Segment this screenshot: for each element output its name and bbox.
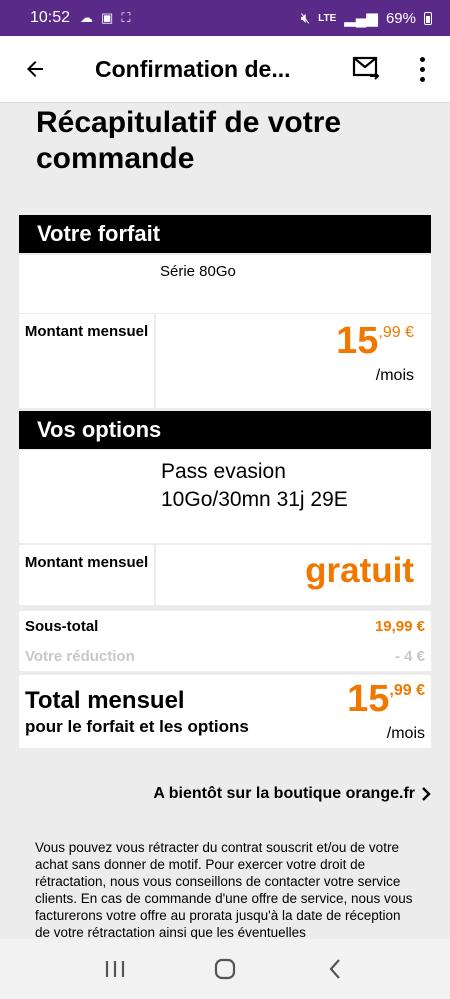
- total-per: /mois: [386, 725, 425, 742]
- battery-level: 69%: [385, 9, 416, 27]
- page-title: Confirmation de...: [95, 55, 291, 82]
- back-nav-button[interactable]: [315, 949, 355, 989]
- arrow-back-icon: [27, 61, 43, 77]
- forfait-per: /mois: [375, 367, 414, 384]
- total-price-int: 15: [347, 678, 390, 720]
- option-name-box: Pass evasion 10Go/30mn 31j 29E: [19, 450, 431, 543]
- network-label: LTE: [318, 12, 337, 24]
- battery-icon: [424, 11, 432, 25]
- recent-apps-icon: [105, 961, 125, 977]
- total-row: Total mensuel pour le forfait et les opt…: [19, 675, 431, 748]
- order-summary[interactable]: Récapitulatif de votre commande Votre fo…: [12, 103, 437, 939]
- back-nav-icon: [329, 959, 340, 979]
- home-icon: [214, 958, 236, 980]
- more-options-button[interactable]: [410, 54, 434, 84]
- forfait-price-int: 15: [336, 320, 379, 362]
- subtotal-value: 19,99 €: [374, 617, 425, 635]
- image-icon: ▣: [101, 10, 114, 25]
- forfait-amount-label: Montant mensuel: [19, 314, 154, 408]
- mail-forward-icon: [352, 56, 380, 80]
- subtotal-label: Sous-total: [25, 617, 99, 635]
- legal-text: Vous pouvez vous rétracter du contrat so…: [35, 840, 413, 939]
- option-price: gratuit: [305, 551, 414, 590]
- recent-apps-button[interactable]: [95, 949, 135, 989]
- discount-label: Votre réduction: [25, 647, 135, 665]
- home-button[interactable]: [205, 949, 245, 989]
- subtotal-row: Sous-total 19,99 €: [19, 611, 431, 641]
- boutique-link-label: A bientôt sur la boutique orange.fr: [153, 785, 415, 802]
- back-button[interactable]: [0, 36, 70, 103]
- option-amount-label: Montant mensuel: [19, 545, 154, 605]
- dot: [419, 66, 425, 72]
- forfait-name-box: Série 80Go: [19, 255, 431, 313]
- option-amount-value: gratuit: [156, 545, 431, 605]
- notification-icons: ☁ ▣ ⛶: [80, 10, 130, 26]
- status-time: 10:52: [30, 9, 71, 26]
- forfait-header: Votre forfait: [19, 215, 431, 253]
- dot: [419, 76, 425, 82]
- option-name: Pass evasion 10Go/30mn 31j 29E: [161, 460, 348, 511]
- total-label: Total mensuel: [25, 687, 185, 714]
- mute-icon: 🔇︎: [300, 9, 311, 27]
- summary-heading: Récapitulatif de votre commande: [36, 106, 342, 175]
- system-nav-bar: [0, 939, 450, 999]
- forfait-price-dec: ,99 €: [378, 324, 414, 341]
- total-price-dec: ,99 €: [389, 682, 425, 699]
- cloud-icon: ☁: [80, 10, 94, 25]
- app-bar: Confirmation de...: [0, 36, 450, 103]
- chevron-right-icon: [422, 787, 431, 801]
- mail-forward-button[interactable]: [352, 54, 384, 84]
- discount-value: - 4 €: [394, 647, 425, 665]
- options-header: Vos options: [19, 411, 431, 449]
- forfait-amount-value: 15,99 € /mois: [156, 314, 431, 408]
- screenshot-icon: ⛶: [121, 10, 131, 25]
- signal-icon: ▂▄▆: [344, 10, 378, 27]
- status-bar: 10:52 ☁ ▣ ⛶ 🔇︎ LTE ▂▄▆ 69%: [0, 0, 450, 36]
- dot: [419, 56, 425, 62]
- boutique-link[interactable]: A bientôt sur la boutique orange.fr: [153, 785, 431, 803]
- discount-row: Votre réduction - 4 €: [19, 641, 431, 671]
- forfait-name: Série 80Go: [160, 263, 236, 280]
- total-sublabel: pour le forfait et les options: [25, 717, 249, 736]
